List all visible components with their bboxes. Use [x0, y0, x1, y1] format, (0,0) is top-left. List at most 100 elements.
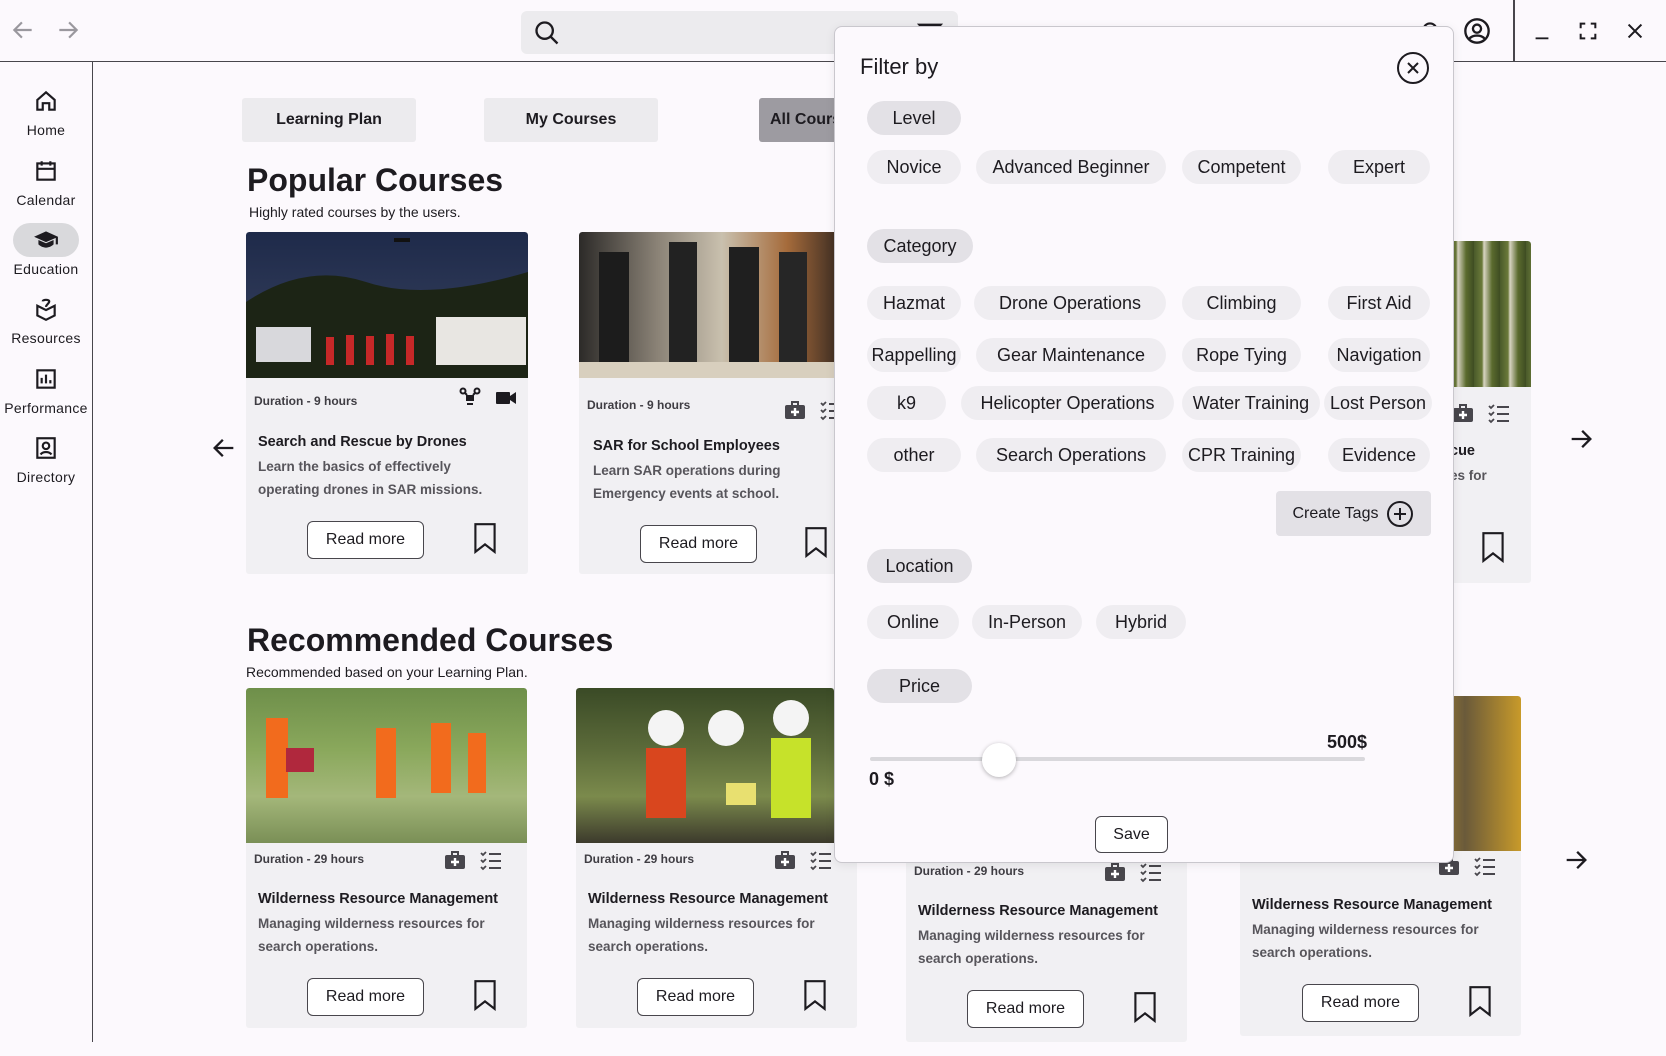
filter-chip-category[interactable]: First Aid — [1328, 286, 1430, 320]
filter-chip-category[interactable]: Rope Tying — [1182, 338, 1301, 372]
course-image-drones — [246, 232, 528, 378]
course-title: SAR for School Employees — [593, 438, 780, 454]
back-button[interactable] — [7, 14, 39, 46]
create-tags-label: Create Tags — [1292, 504, 1379, 522]
location-heading: Location — [867, 549, 972, 583]
read-more-button[interactable]: Read more — [307, 521, 424, 559]
filter-chip-category[interactable]: CPR Training — [1182, 438, 1301, 472]
course-title: Wilderness Resource Management — [258, 891, 499, 907]
filter-chip-level[interactable]: Competent — [1182, 150, 1301, 184]
bookmark-icon[interactable] — [1132, 991, 1158, 1023]
sidebar-item-directory[interactable]: Directory — [0, 431, 92, 485]
course-description: Learn SAR operations during Emergency ev… — [593, 463, 781, 501]
filter-chip-category[interactable]: Gear Maintenance — [976, 338, 1166, 372]
sidebar-item-resources[interactable]: Resources — [0, 292, 92, 346]
read-more-button[interactable]: Read more — [307, 978, 424, 1016]
filter-chip-category[interactable]: k9 — [867, 386, 946, 420]
course-card[interactable]: Duration - 9 hours Search and Rescue by … — [246, 232, 528, 574]
filter-chip-level[interactable]: Advanced Beginner — [976, 150, 1166, 184]
filter-chip-category[interactable]: Search Operations — [976, 438, 1166, 472]
checklist-icon — [480, 851, 501, 871]
filter-chip-category[interactable]: Water Training — [1182, 386, 1320, 420]
maximize-icon[interactable] — [1571, 14, 1605, 48]
sidebar-item-label: Calendar — [16, 192, 76, 208]
first-aid-kit-icon — [1453, 404, 1473, 422]
drone-icon — [459, 387, 481, 405]
bookmark-icon[interactable] — [1467, 985, 1493, 1017]
course-image-school — [579, 232, 839, 378]
filter-chip-location[interactable]: Hybrid — [1096, 605, 1186, 639]
popular-courses-subtitle: Highly rated courses by the users. — [249, 204, 461, 220]
checklist-icon — [1140, 863, 1161, 883]
read-more-button[interactable]: Read more — [640, 525, 757, 563]
add-circle-icon — [1387, 500, 1414, 527]
checklist-icon — [810, 851, 831, 871]
filter-chip-category[interactable]: Hazmat — [867, 286, 961, 320]
course-card[interactable]: Duration - 29 hours Wilderness Resource … — [246, 688, 527, 1028]
minimize-icon[interactable] — [1525, 14, 1559, 48]
filter-chip-level[interactable]: Novice — [867, 150, 961, 184]
course-title: Search and Rescue by Drones — [258, 434, 467, 450]
price-slider-track[interactable] — [870, 757, 1365, 761]
bookmark-icon[interactable] — [802, 979, 828, 1011]
top-divider — [1513, 0, 1515, 62]
category-heading: Category — [867, 229, 973, 263]
calendar-icon — [36, 161, 56, 181]
bookmark-icon[interactable] — [472, 979, 498, 1011]
course-duration: Duration - 29 hours — [914, 864, 1025, 878]
account-icon[interactable] — [1460, 14, 1494, 48]
carousel-prev-icon[interactable] — [210, 434, 238, 462]
forward-button[interactable] — [52, 14, 84, 46]
sidebar-item-label: Directory — [16, 469, 76, 485]
sidebar-item-home[interactable]: Home — [0, 84, 92, 138]
course-image-rescuers — [576, 688, 834, 843]
level-heading: Level — [867, 101, 961, 135]
price-slider-thumb[interactable] — [981, 743, 1016, 777]
resources-icon — [36, 298, 56, 322]
create-tags-button[interactable]: Create Tags — [1276, 491, 1431, 536]
home-icon — [36, 90, 56, 111]
filter-chip-category[interactable]: Lost Person — [1324, 386, 1432, 420]
filter-chip-category[interactable]: Navigation — [1328, 338, 1430, 372]
filter-chip-category[interactable]: Climbing — [1182, 286, 1301, 320]
sidebar-item-calendar[interactable]: Calendar — [0, 154, 92, 208]
course-description: Managing wilderness resources for search… — [1252, 922, 1479, 960]
filter-chip-category[interactable]: Drone Operations — [974, 286, 1166, 320]
filter-chip-location[interactable]: In-Person — [972, 605, 1082, 639]
bookmark-icon[interactable] — [1480, 531, 1506, 563]
bar-chart-icon — [36, 369, 56, 389]
checklist-icon — [1474, 857, 1495, 877]
checklist-icon — [1488, 404, 1509, 424]
save-button[interactable]: Save — [1095, 816, 1168, 853]
bookmark-icon[interactable] — [472, 522, 498, 554]
course-description: Managing wilderness resources for search… — [258, 916, 485, 954]
filter-chip-category[interactable]: other — [867, 438, 961, 472]
recommended-courses-title: Recommended Courses — [247, 622, 614, 658]
filter-chip-category[interactable]: Rappelling — [867, 338, 961, 372]
course-description: es for — [1450, 468, 1487, 483]
price-min-label: 0 $ — [869, 769, 895, 789]
course-duration: Duration - 29 hours — [254, 852, 365, 866]
carousel-next-icon[interactable] — [1567, 425, 1595, 453]
course-title: Wilderness Resource Management — [588, 891, 829, 907]
course-card[interactable]: Duration - 9 hours SAR for School Employ… — [579, 232, 839, 574]
filter-chip-location[interactable]: Online — [867, 605, 959, 639]
tab-my-courses[interactable]: My Courses — [484, 98, 658, 142]
close-icon[interactable] — [1618, 14, 1652, 48]
course-card[interactable]: Duration - 29 hours Wilderness Resource … — [576, 688, 857, 1028]
price-heading: Price — [867, 669, 972, 703]
filter-chip-category[interactable]: Evidence — [1328, 438, 1430, 472]
tab-learning-plan[interactable]: Learning Plan — [242, 98, 416, 142]
graduation-cap-icon — [34, 231, 58, 248]
sidebar-item-education[interactable]: Education — [0, 223, 92, 277]
course-duration: Duration - 29 hours — [584, 852, 695, 866]
read-more-button[interactable]: Read more — [967, 990, 1084, 1028]
sidebar-item-performance[interactable]: Performance — [0, 362, 92, 416]
carousel-next-icon[interactable] — [1562, 846, 1590, 874]
read-more-button[interactable]: Read more — [637, 978, 754, 1016]
bookmark-icon[interactable] — [803, 526, 829, 558]
read-more-button[interactable]: Read more — [1302, 984, 1419, 1022]
filter-chip-category[interactable]: Helicopter Operations — [961, 386, 1174, 420]
close-circle-icon[interactable] — [1396, 51, 1430, 85]
filter-chip-level[interactable]: Expert — [1328, 150, 1430, 184]
